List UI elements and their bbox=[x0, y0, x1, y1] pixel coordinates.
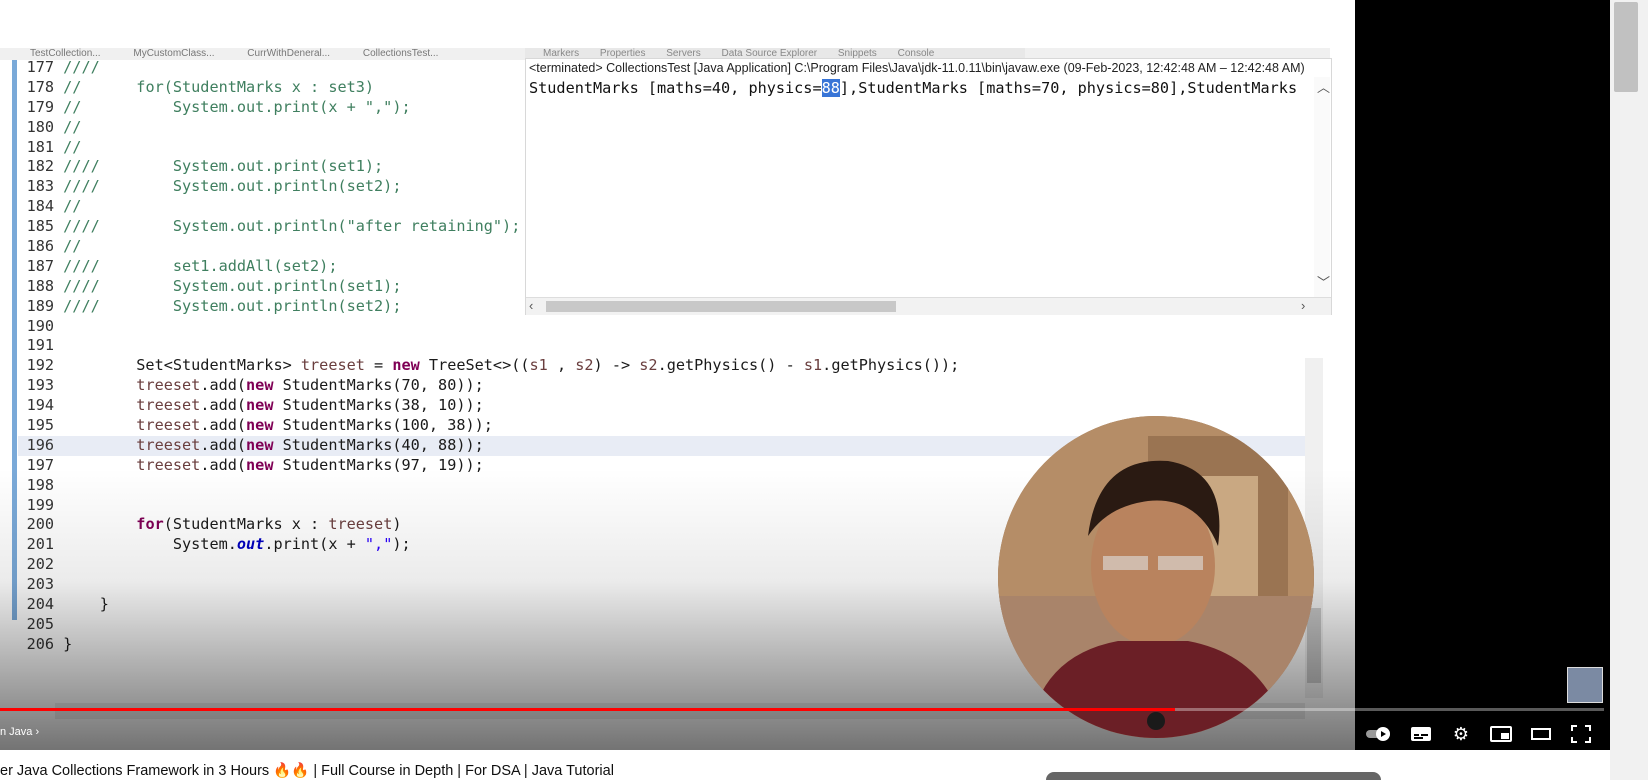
presenter-webcam bbox=[998, 416, 1314, 738]
chapter-text: n Java bbox=[0, 726, 33, 738]
line-number: 194 bbox=[26, 396, 54, 415]
video-frame[interactable]: TestCollection... MyCustomClass... CurrW… bbox=[0, 48, 1355, 750]
scroll-right-icon[interactable]: › bbox=[1301, 298, 1305, 313]
console-scroll-thumb[interactable] bbox=[546, 301, 896, 312]
console-output-text: ],StudentMarks [maths=70, physics=80],St… bbox=[839, 79, 1298, 97]
line-number: 186 bbox=[26, 237, 54, 256]
code-line: 194 treeset.add(new StudentMarks(38, 10)… bbox=[18, 396, 1308, 416]
next-video-thumbnail[interactable] bbox=[1046, 772, 1381, 780]
line-number: 180 bbox=[26, 117, 54, 136]
console-panel[interactable]: <terminated> CollectionsTest [Java Appli… bbox=[525, 58, 1332, 315]
scroll-up-icon[interactable]: ︿ bbox=[1317, 77, 1330, 96]
page-scrollbar[interactable] bbox=[1610, 0, 1648, 780]
line-number: 179 bbox=[26, 97, 54, 116]
line-number: 190 bbox=[26, 316, 54, 335]
subtitles-button[interactable] bbox=[1408, 722, 1434, 746]
video-title: er Java Collections Framework in 3 Hours… bbox=[0, 763, 614, 779]
code-line: 191 bbox=[18, 336, 1308, 356]
settings-icon: ⚙ bbox=[1452, 724, 1470, 744]
channel-watermark[interactable] bbox=[1567, 667, 1603, 703]
code-line: 193 treeset.add(new StudentMarks(70, 80)… bbox=[18, 376, 1308, 396]
line-number: 185 bbox=[26, 217, 54, 236]
line-number: 196 bbox=[26, 435, 54, 454]
line-number: 188 bbox=[26, 276, 54, 295]
scroll-left-icon[interactable]: ‹ bbox=[529, 298, 533, 313]
console-header: <terminated> CollectionsTest [Java Appli… bbox=[529, 61, 1305, 75]
line-number: 184 bbox=[26, 197, 54, 216]
theater-mode-button[interactable] bbox=[1528, 722, 1554, 746]
presenter-image bbox=[998, 416, 1314, 738]
theater-icon bbox=[1531, 728, 1551, 740]
chapter-label[interactable]: n Java › bbox=[0, 726, 39, 738]
line-number: 177 bbox=[26, 58, 54, 76]
miniplayer-button[interactable] bbox=[1488, 722, 1514, 746]
line-number: 182 bbox=[26, 157, 54, 176]
player-right-controls: ⚙ bbox=[1360, 718, 1610, 750]
code-line: 192 Set<StudentMarks> treeset = new Tree… bbox=[18, 356, 1308, 376]
fullscreen-icon bbox=[1571, 725, 1591, 743]
settings-button[interactable]: ⚙ bbox=[1448, 722, 1474, 746]
video-side-black bbox=[1355, 0, 1610, 750]
console-vertical-scrollbar[interactable]: ︿ ﹀ bbox=[1314, 77, 1330, 297]
line-number: 193 bbox=[26, 376, 54, 395]
miniplayer-icon bbox=[1490, 726, 1512, 742]
scroll-down-icon[interactable]: ﹀ bbox=[1317, 272, 1330, 291]
player-controls: n Java › bbox=[0, 718, 1355, 750]
page-scrollbar-thumb[interactable] bbox=[1614, 2, 1638, 92]
autoplay-icon bbox=[1366, 727, 1390, 741]
line-number: 192 bbox=[26, 356, 54, 375]
page-top bbox=[0, 0, 1355, 50]
line-number: 178 bbox=[26, 77, 54, 96]
line-number: 187 bbox=[26, 256, 54, 275]
progress-bar-played bbox=[0, 708, 1175, 711]
line-number: 191 bbox=[26, 336, 54, 355]
console-output-text: StudentMarks [maths=40, physics= bbox=[529, 79, 822, 97]
console-output[interactable]: StudentMarks [maths=40, physics=88],Stud… bbox=[529, 79, 1297, 97]
code-line: 190 bbox=[18, 317, 1308, 337]
fullscreen-button[interactable] bbox=[1568, 722, 1594, 746]
console-horizontal-scrollbar[interactable]: ‹ › bbox=[526, 297, 1331, 315]
line-number: 181 bbox=[26, 137, 54, 156]
line-number: 189 bbox=[26, 296, 54, 315]
line-number: 183 bbox=[26, 177, 54, 196]
console-selection: 88 bbox=[821, 79, 840, 97]
autoplay-toggle[interactable] bbox=[1364, 722, 1394, 746]
line-number: 195 bbox=[26, 416, 54, 435]
subtitles-icon bbox=[1411, 727, 1431, 741]
